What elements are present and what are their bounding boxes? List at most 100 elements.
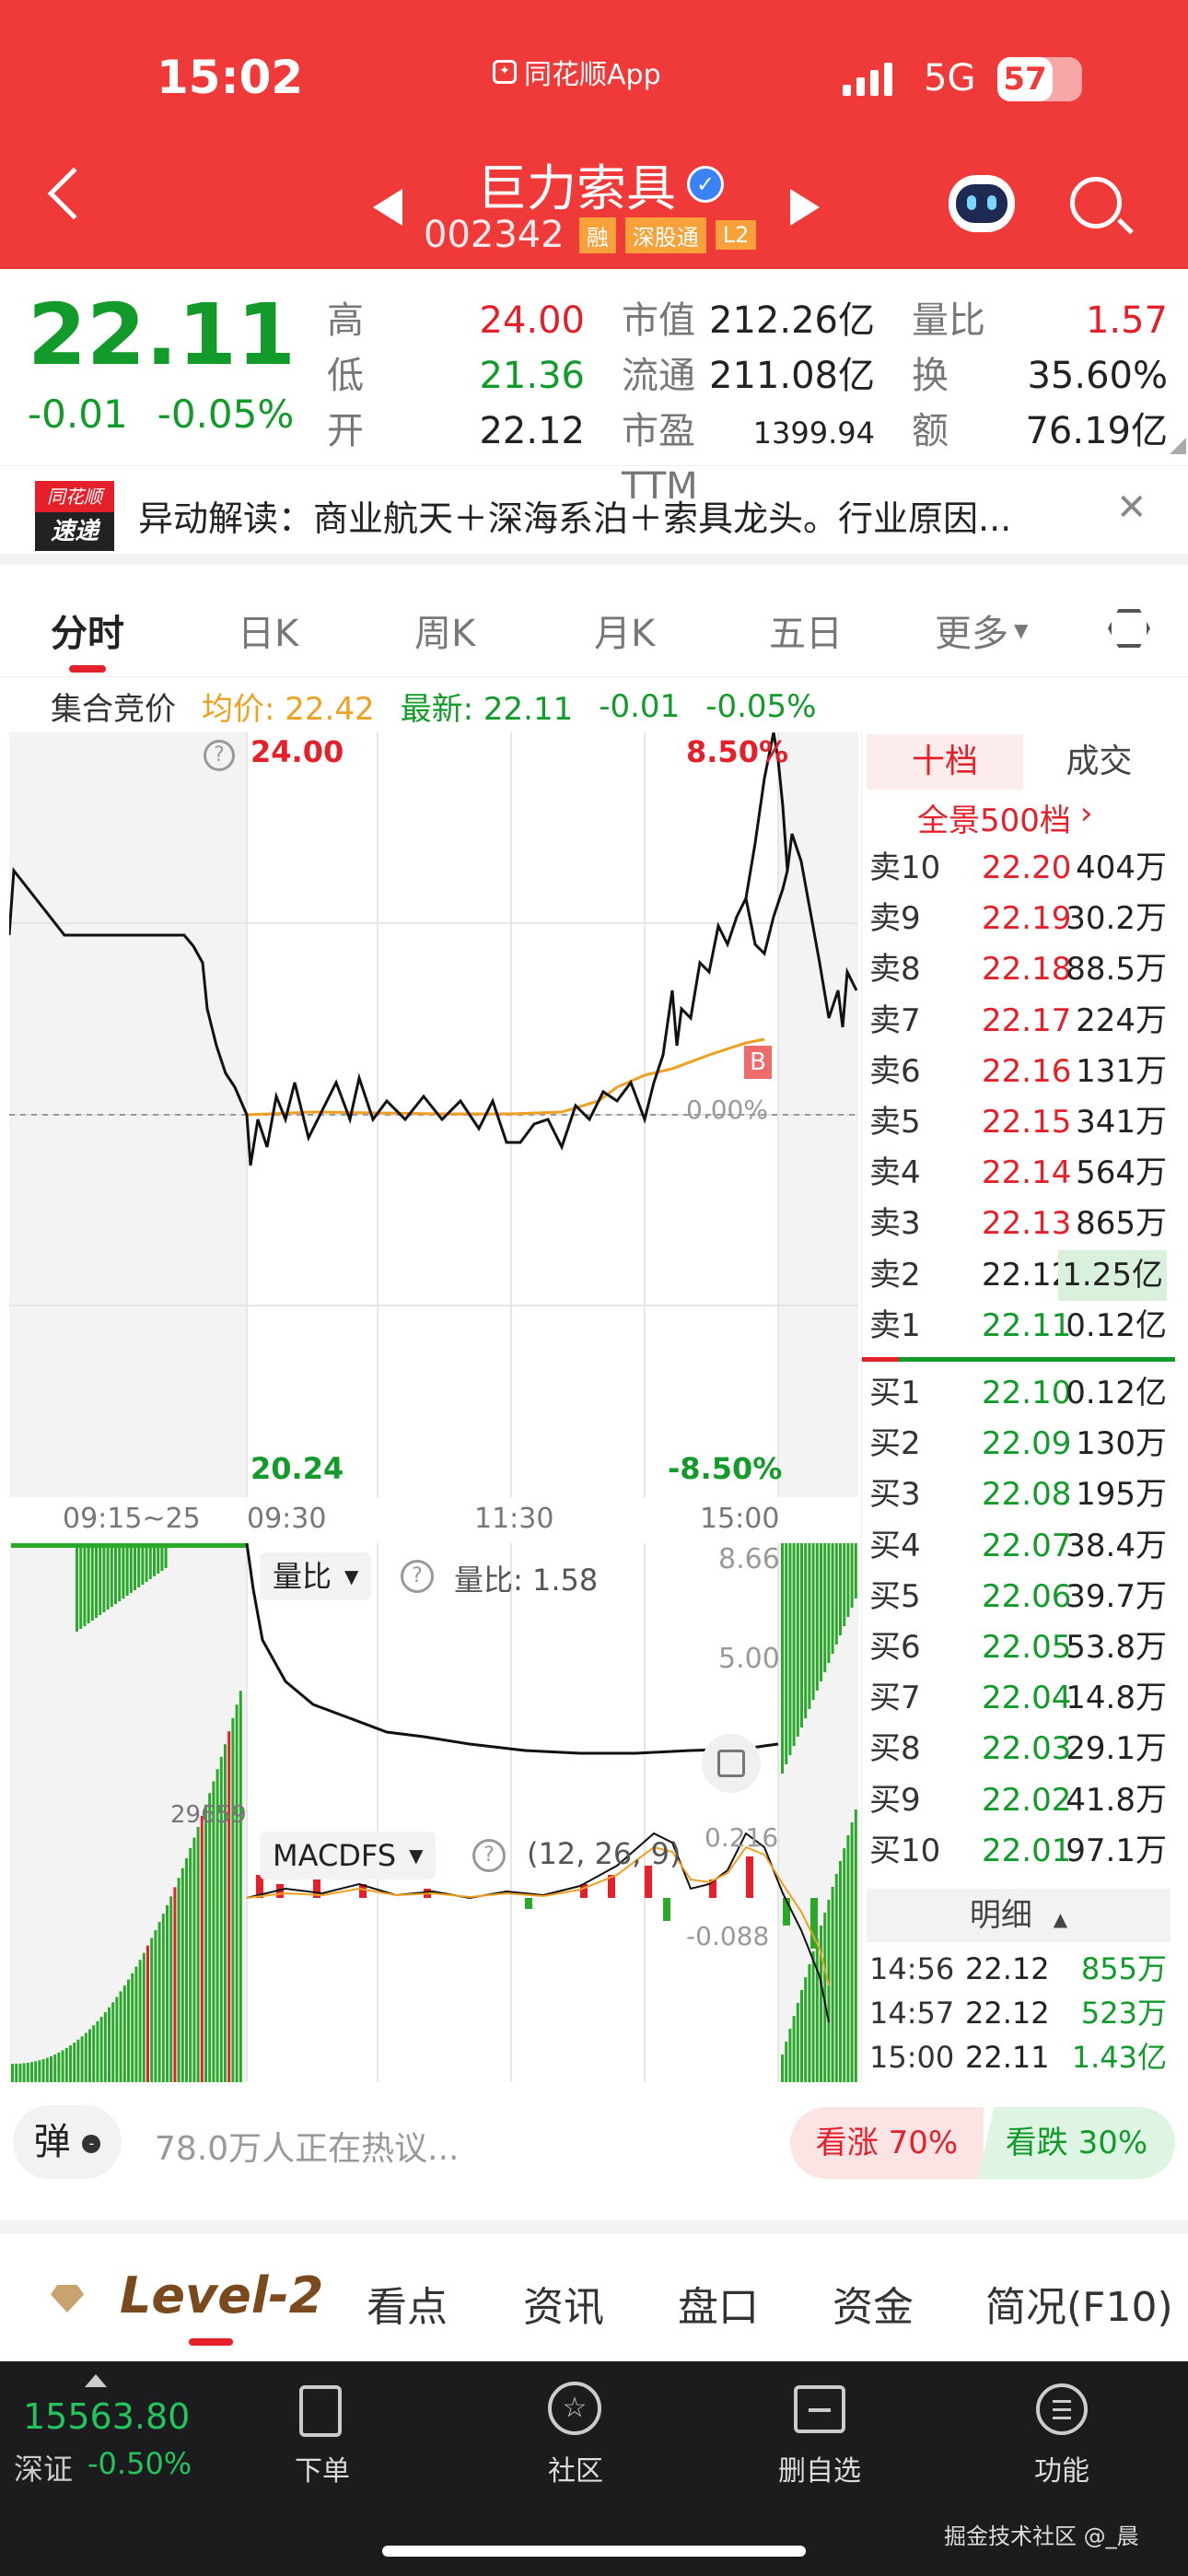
tab-ten-levels[interactable]: 十档 [867,734,1023,790]
tab-profile[interactable]: 简况(F10) [985,2274,1173,2333]
nav-functions[interactable]: 功能 [1007,2372,1117,2488]
tab-monthly-k[interactable]: 月K [594,603,655,657]
level-price: 22.08 [982,1476,1072,1514]
help-icon[interactable]: ? [472,1839,506,1872]
robot-assistant-icon[interactable] [949,175,1015,232]
buy-level-row[interactable]: 买8 22.03 29.1万 [862,1724,1174,1774]
tab-level2[interactable]: Level-2 [120,2266,323,2324]
bear-button[interactable]: 看跌 30% [978,2107,1175,2179]
sell-level-row[interactable]: 卖7 22.17 224万 [862,996,1174,1047]
level-label: 买5 [869,1577,921,1615]
sell-level-row[interactable]: 卖6 22.16 131万 [862,1047,1174,1097]
level-price: 22.13 [982,1205,1072,1243]
volume-bar [111,2002,115,2082]
buy-level-row[interactable]: 买10 22.01 97.1万 [862,1826,1174,1877]
volume-bar [114,1543,117,1604]
tab-five-day[interactable]: 五日 [769,603,843,657]
volume-bar [125,1543,129,1596]
search-icon[interactable] [1070,177,1122,228]
minus-box-icon [794,2385,845,2433]
volume-bar [161,1914,165,2082]
nav-remove-watchlist[interactable]: 删自选 [764,2372,875,2488]
buy-level-row[interactable]: 买3 22.08 195万 [862,1469,1174,1520]
chart-area[interactable] [7,732,858,2082]
bull-button[interactable]: 看涨 70% [790,2107,984,2179]
help-icon[interactable]: ? [204,740,235,771]
level-price: 22.09 [982,1425,1072,1463]
detail-header[interactable]: 明细 ▲ [867,1889,1171,1942]
sell-level-row[interactable]: 卖4 22.14 564万 [862,1148,1174,1199]
volume-bar [800,1543,803,1727]
panorama-link[interactable]: 全景500档 › [917,795,1093,840]
macd-params: (12, 26, 9) [527,1836,681,1871]
level-volume: 38.4万 [1066,1527,1167,1564]
volume-ratio-selector[interactable]: 量比 ▼ [260,1552,372,1600]
level-label: 买2 [869,1425,921,1463]
level-volume: 1.25亿 [1058,1249,1167,1301]
settings-hex-icon[interactable] [1108,609,1150,648]
volume-bar [160,1543,164,1571]
level-volume: 41.8万 [1066,1781,1167,1819]
prev-stock-icon[interactable] [373,189,402,226]
nav-order[interactable]: 下单 [267,2372,378,2488]
volume-ratio-mid: 5.00 [718,1643,780,1675]
level-label: 买1 [869,1375,921,1411]
buy-level-row[interactable]: 买6 22.05 53.8万 [862,1622,1174,1673]
level-volume: 865万 [1076,1205,1167,1243]
volume-bar [808,1964,811,2082]
buy-level-row[interactable]: 买7 22.04 14.8万 [862,1673,1174,1724]
fullscreen-icon[interactable] [702,1734,761,1793]
tab-intraday[interactable]: 分时 [51,603,124,657]
volume-bar [106,1543,110,1610]
buy-marker[interactable]: B [744,1046,772,1079]
news-bar[interactable]: 同花顺 速递 异动解读：商业航天＋深海系泊＋索具龙头。行业原因... ✕ [0,465,1188,565]
level-price: 22.06 [982,1577,1072,1615]
chart-mid-pct: 0.00% [686,1095,768,1125]
tab-more[interactable]: 更多 ▼ [935,603,1028,657]
volume-bar [108,2007,111,2082]
sell-level-row[interactable]: 卖1 22.11 0.12亿 [862,1301,1174,1352]
price-change: -0.01 -0.05% [28,392,295,437]
next-stock-icon[interactable] [790,189,820,226]
tab-order-book[interactable]: 盘口 [678,2274,759,2333]
nav-community[interactable]: ☆ 社区 [520,2372,631,2488]
expand-corner-icon[interactable] [1170,438,1186,454]
volume-ratio-value: 量比: 1.58 [454,1563,599,1598]
buy-level-row[interactable]: 买9 22.02 41.8万 [862,1775,1174,1826]
level-volume: 39.7万 [1066,1577,1167,1615]
volume-bar [150,1938,154,2082]
sell-level-row[interactable]: 卖8 22.18 88.5万 [862,944,1174,995]
discussion-text[interactable]: 78.0万人正在热议... [155,2122,460,2170]
search-handle [1117,217,1134,235]
sell-level-row[interactable]: 卖2 22.12 1.25亿 [862,1249,1174,1301]
volume-bar [850,1543,854,1608]
macd-selector[interactable]: MACDFS ▼ [260,1832,437,1879]
sell-level-row[interactable]: 卖3 22.13 865万 [862,1199,1174,1249]
level-price: 22.01 [982,1832,1072,1869]
volume-bar [820,1543,822,1681]
tab-daily-k[interactable]: 日K [238,603,298,657]
volume-bar [164,1543,168,1568]
tab-funds[interactable]: 资金 [833,2274,914,2333]
tab-trades[interactable]: 成交 [1023,734,1175,790]
close-icon[interactable]: ✕ [1116,486,1147,529]
sell-level-row[interactable]: 卖10 22.20 404万 [862,843,1174,894]
back-arrow-icon[interactable] [47,167,100,220]
index-value[interactable]: 15563.80 [23,2396,190,2437]
tab-weekly-k[interactable]: 周K [414,603,475,657]
buy-level-row[interactable]: 买4 22.07 38.4万 [862,1521,1174,1572]
buy-level-row[interactable]: 买1 22.10 0.12亿 [862,1368,1174,1419]
level-price: 22.07 [982,1527,1072,1564]
volume-bar [839,1861,842,2082]
sell-level-row[interactable]: 卖5 22.15 341万 [862,1097,1174,1148]
level-volume: 53.8万 [1066,1629,1167,1666]
danmu-toggle[interactable]: 弹 - [13,2105,122,2179]
help-icon[interactable]: ? [401,1560,434,1593]
level-price: 22.02 [982,1781,1072,1819]
buy-level-row[interactable]: 买2 22.09 130万 [862,1419,1174,1469]
sell-level-row[interactable]: 卖9 22.19 30.2万 [862,894,1174,944]
level-label: 买4 [869,1527,921,1564]
tab-highlights[interactable]: 看点 [367,2274,448,2333]
buy-level-row[interactable]: 买5 22.06 39.7万 [862,1572,1174,1622]
tab-news[interactable]: 资讯 [523,2274,604,2333]
